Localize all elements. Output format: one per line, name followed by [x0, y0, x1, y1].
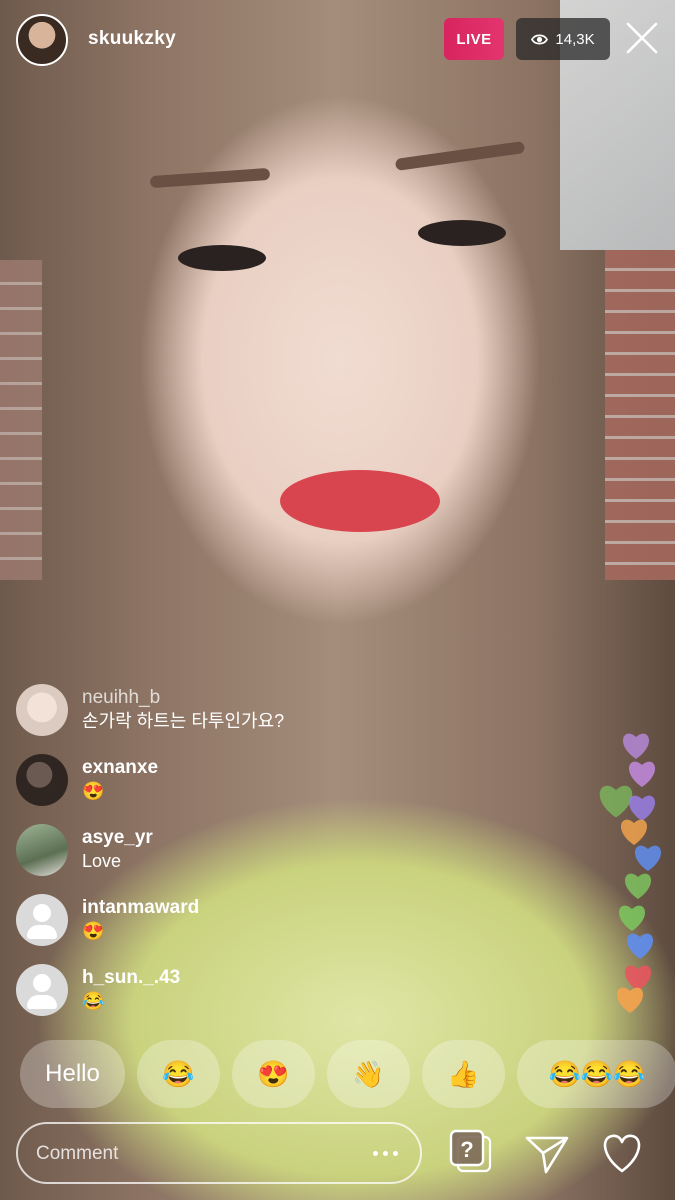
host-avatar[interactable]	[16, 14, 68, 66]
heart-icon	[618, 905, 646, 931]
commenter-username[interactable]: intanmaward	[82, 896, 199, 919]
commenter-username[interactable]: exnanxe	[82, 756, 158, 779]
quick-reply-heart-eyes[interactable]: 😍	[232, 1040, 315, 1108]
viewer-count: 14,3K	[555, 30, 595, 48]
face-brow	[149, 167, 271, 189]
comment-box[interactable]	[16, 1122, 422, 1184]
commenter-avatar[interactable]	[16, 824, 68, 876]
comment-message: 😍	[82, 921, 105, 941]
heart-icon	[616, 987, 644, 1013]
comment-message: 😍	[82, 781, 105, 801]
brick-wall-left	[0, 260, 42, 580]
face-lips	[280, 470, 440, 532]
question-cards-icon[interactable]: ?	[448, 1128, 498, 1178]
comment-message: Love	[82, 851, 122, 871]
commenter-username[interactable]: neuihh_b	[82, 686, 284, 709]
quick-reply-hello[interactable]: Hello	[20, 1040, 125, 1108]
commenter-avatar[interactable]	[16, 964, 68, 1016]
comment-feed: neuihh_b 손가락 하트는 타투인가요? exnanxe 😍 asye_y…	[16, 684, 476, 1034]
quick-reply-wave[interactable]: 👋	[327, 1040, 410, 1108]
heart-icon	[624, 873, 652, 899]
comment-item: h_sun._.43 😂	[16, 964, 476, 1034]
brick-wall	[605, 250, 675, 580]
send-icon[interactable]	[522, 1128, 572, 1178]
quick-reply-bar: Hello 😂 😍 👋 👍 😂😂😂	[20, 1040, 675, 1108]
eye-icon	[531, 33, 549, 45]
quick-reply-laugh[interactable]: 😂	[137, 1040, 220, 1108]
quick-reply-triple-laugh[interactable]: 😂😂😂	[517, 1040, 675, 1108]
commenter-avatar[interactable]	[16, 754, 68, 806]
commenter-avatar[interactable]	[16, 684, 68, 736]
live-badge: LIVE	[444, 18, 504, 60]
face-brow	[394, 141, 526, 171]
floating-hearts	[596, 730, 670, 1020]
more-dots-icon[interactable]	[373, 1151, 398, 1156]
face-eye	[418, 220, 506, 246]
heart-icon	[622, 733, 650, 759]
comment-input[interactable]	[34, 1124, 358, 1184]
comment-item: exnanxe 😍	[16, 754, 476, 824]
host-username[interactable]: skuukzky	[88, 28, 176, 50]
commenter-username[interactable]: asye_yr	[82, 826, 153, 849]
heart-icon	[626, 933, 654, 959]
face-eye	[178, 245, 266, 271]
viewer-count-badge[interactable]: 14,3K	[516, 18, 610, 60]
comment-item: neuihh_b 손가락 하트는 타투인가요?	[16, 684, 476, 754]
heart-icon[interactable]	[597, 1128, 647, 1178]
close-icon[interactable]	[624, 20, 660, 56]
quick-reply-thumbs-up[interactable]: 👍	[422, 1040, 505, 1108]
heart-icon	[634, 845, 662, 871]
commenter-username[interactable]: h_sun._.43	[82, 966, 180, 989]
comment-message: 손가락 하트는 타투인가요?	[82, 711, 285, 731]
commenter-avatar[interactable]	[16, 894, 68, 946]
comment-item: asye_yr Love	[16, 824, 476, 894]
comment-item: intanmaward 😍	[16, 894, 476, 964]
svg-text:?: ?	[460, 1137, 473, 1162]
live-header: skuukzky LIVE 14,3K	[0, 0, 675, 80]
comment-message: 😂	[82, 991, 105, 1011]
